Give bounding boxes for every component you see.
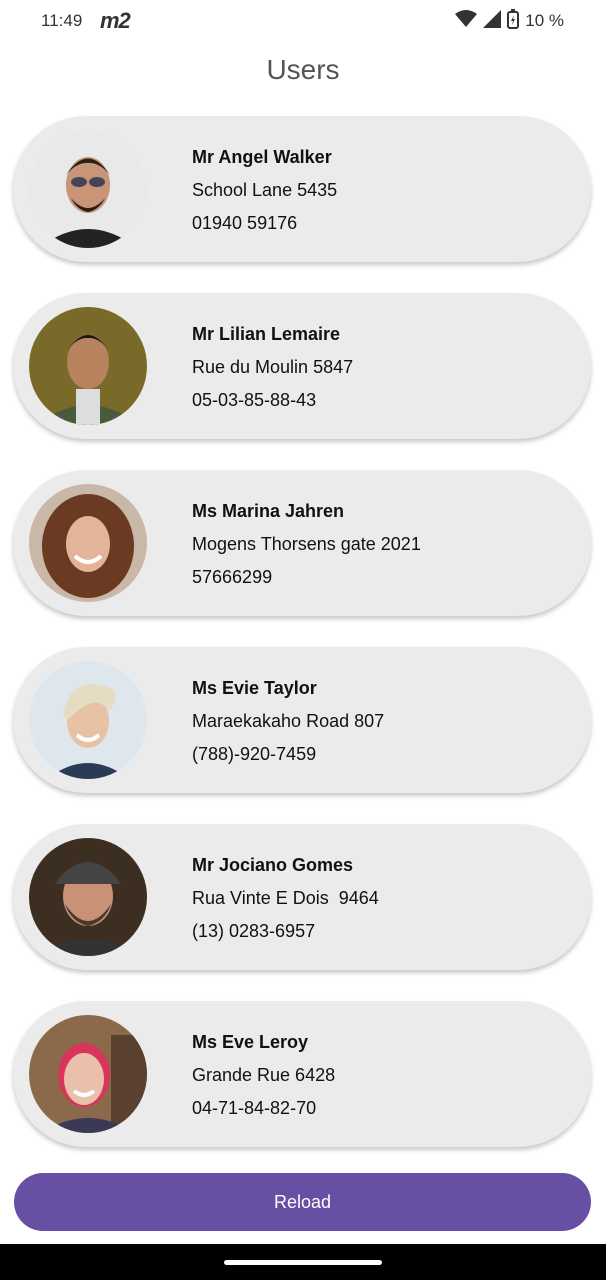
signal-icon — [483, 9, 502, 33]
status-bar: 11:49 т2 10 % — [0, 0, 606, 42]
user-card[interactable]: Ms Eve Leroy Grande Rue 6428 04-71-84-82… — [13, 1001, 591, 1147]
user-phone: 05-03-85-88-43 — [192, 390, 317, 410]
user-card[interactable]: Mr Jociano Gomes Rua Vinte E Dois 9464 (… — [13, 824, 591, 970]
home-indicator[interactable] — [224, 1260, 382, 1265]
avatar — [29, 838, 147, 956]
user-phone: 57666299 — [192, 567, 273, 587]
user-name: Mr Lilian Lemaire — [192, 324, 341, 344]
user-phone: 01940 59176 — [192, 213, 298, 233]
user-address: Rue du Moulin 5847 — [192, 357, 354, 377]
user-address: School Lane 5435 — [192, 180, 338, 200]
carrier-logo: т2 — [100, 8, 131, 33]
user-card[interactable]: Mr Lilian Lemaire Rue du Moulin 5847 05-… — [13, 293, 591, 439]
user-phone: 04-71-84-82-70 — [192, 1098, 317, 1118]
avatar — [29, 661, 147, 779]
avatar — [29, 1015, 147, 1133]
user-address: Maraekakaho Road 807 — [192, 711, 385, 731]
user-name: Ms Eve Leroy — [192, 1032, 309, 1052]
battery-charging-icon — [507, 8, 520, 34]
page-title: Users — [266, 54, 340, 85]
battery-percent: 10 % — [525, 11, 564, 30]
avatar — [29, 130, 147, 248]
status-icons: 10 % — [455, 8, 564, 34]
wifi-icon — [455, 9, 478, 33]
user-name: Mr Angel Walker — [192, 147, 332, 167]
user-phone: (13) 0283-6957 — [192, 921, 316, 941]
reload-button[interactable]: Reload — [14, 1173, 591, 1231]
user-address: Mogens Thorsens gate 2021 — [192, 534, 421, 554]
user-name: Ms Evie Taylor — [192, 678, 317, 698]
navigation-bar — [0, 1244, 606, 1280]
user-card[interactable]: Ms Evie Taylor Maraekakaho Road 807 (788… — [13, 647, 591, 793]
user-card[interactable]: Mr Angel Walker School Lane 5435 01940 5… — [13, 116, 591, 262]
user-card[interactable]: Ms Marina Jahren Mogens Thorsens gate 20… — [13, 470, 591, 616]
user-address: Grande Rue 6428 — [192, 1065, 336, 1085]
status-time: 11:49 — [41, 11, 83, 30]
avatar — [29, 484, 147, 602]
user-name: Mr Jociano Gomes — [192, 855, 354, 875]
user-name: Ms Marina Jahren — [192, 501, 345, 521]
avatar — [29, 307, 147, 425]
user-address: Rua Vinte E Dois 9464 — [192, 888, 379, 908]
user-phone: (788)-920-7459 — [192, 744, 317, 764]
